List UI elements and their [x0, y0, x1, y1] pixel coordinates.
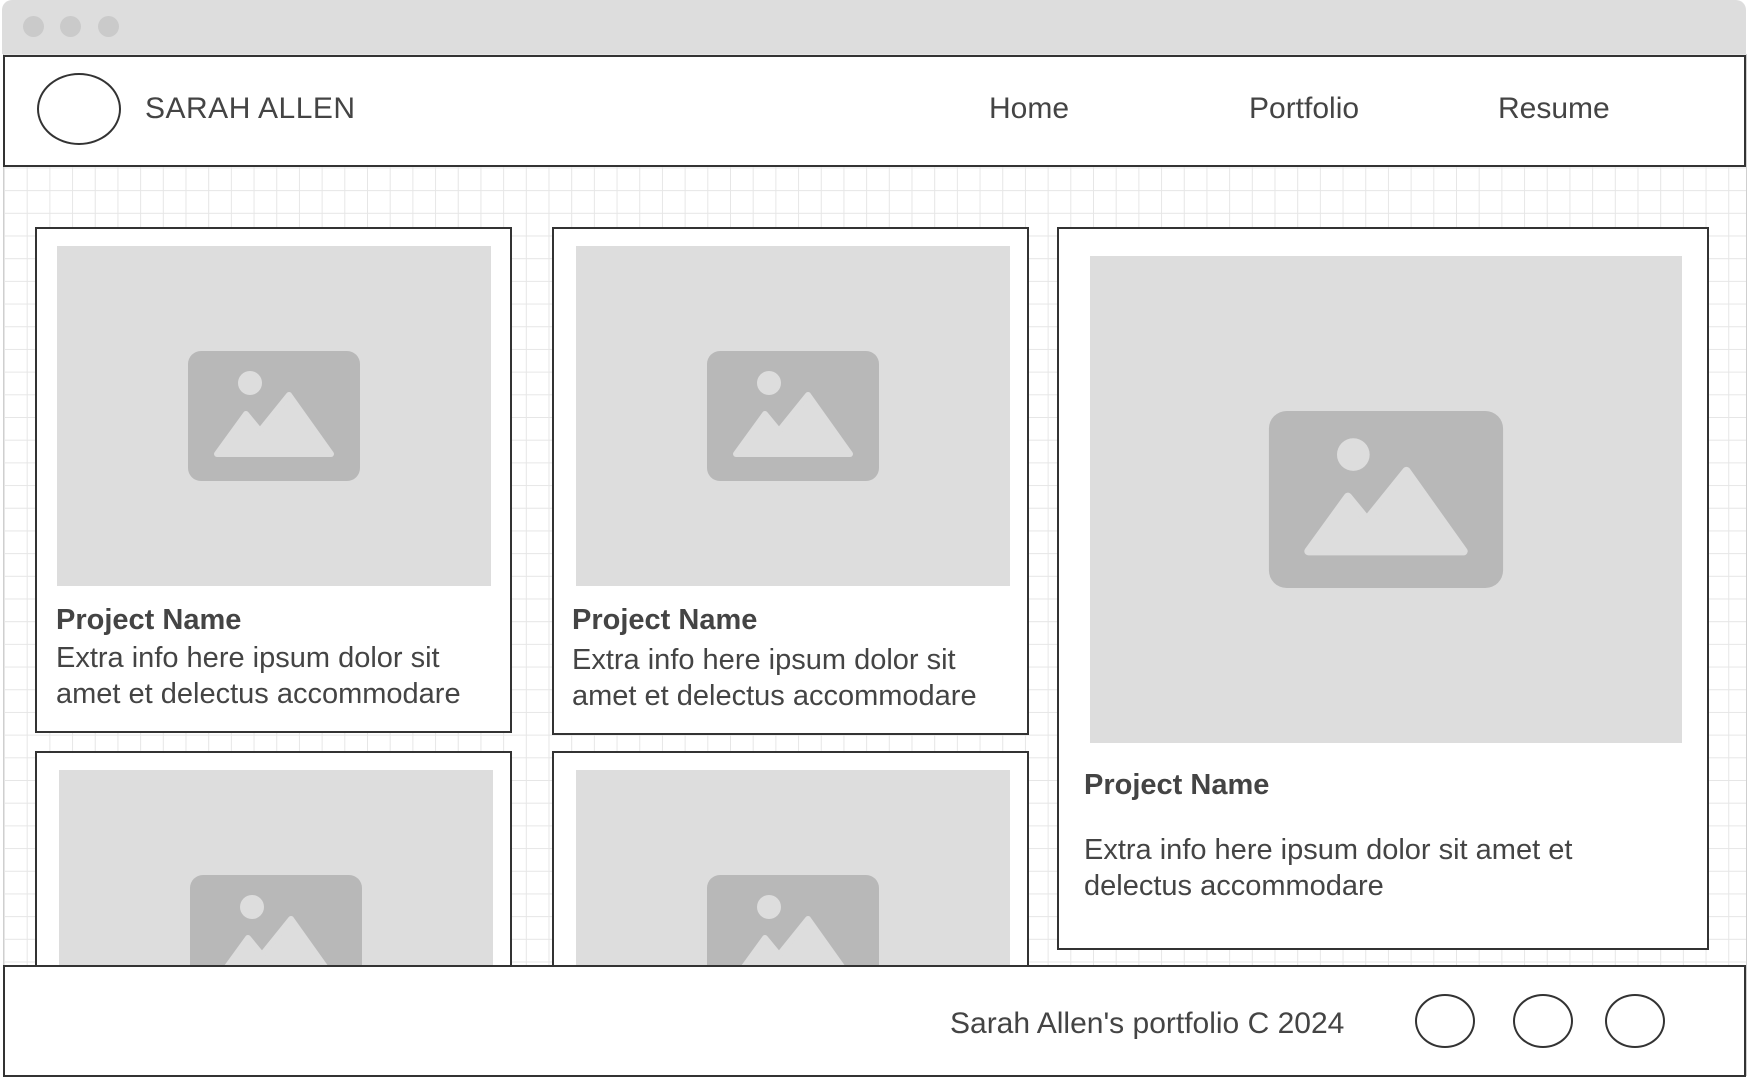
site-header: SARAH ALLEN Home Portfolio Resume	[3, 55, 1746, 167]
image-placeholder	[1090, 256, 1682, 743]
window-minimize-dot[interactable]	[60, 16, 81, 37]
project-card-featured[interactable]: Project Name Extra info here ipsum dolor…	[1057, 227, 1709, 950]
window-maximize-dot[interactable]	[98, 16, 119, 37]
window-titlebar	[2, 0, 1746, 54]
project-name: Project Name	[56, 604, 242, 636]
project-description: Extra info here ipsum dolor sit amet et …	[56, 642, 461, 710]
site-brand[interactable]: SARAH ALLEN	[145, 92, 356, 126]
social-icon[interactable]	[1415, 994, 1475, 1048]
logo-circle[interactable]	[37, 73, 121, 145]
project-card[interactable]: Project Name Extra info here ipsum dolor…	[552, 227, 1029, 735]
site-footer: Sarah Allen's portfolio C 2024	[3, 965, 1746, 1077]
window-close-dot[interactable]	[23, 16, 44, 37]
image-icon	[707, 351, 879, 481]
project-name: Project Name	[572, 604, 758, 636]
project-name: Project Name	[1084, 769, 1270, 801]
project-description: Extra info here ipsum dolor sit amet et …	[1084, 834, 1573, 902]
footer-copyright: Sarah Allen's portfolio C 2024	[950, 1007, 1345, 1040]
image-icon	[188, 351, 360, 481]
nav-resume[interactable]: Resume	[1498, 92, 1610, 126]
social-icon[interactable]	[1605, 994, 1665, 1048]
nav-portfolio[interactable]: Portfolio	[1249, 92, 1359, 126]
image-placeholder	[576, 246, 1010, 586]
project-card[interactable]: Project Name Extra info here ipsum dolor…	[35, 227, 512, 733]
image-placeholder	[57, 246, 491, 586]
project-description: Extra info here ipsum dolor sit amet et …	[572, 644, 977, 712]
social-icon[interactable]	[1513, 994, 1573, 1048]
image-icon	[1268, 411, 1504, 588]
nav-home[interactable]: Home	[989, 92, 1069, 126]
